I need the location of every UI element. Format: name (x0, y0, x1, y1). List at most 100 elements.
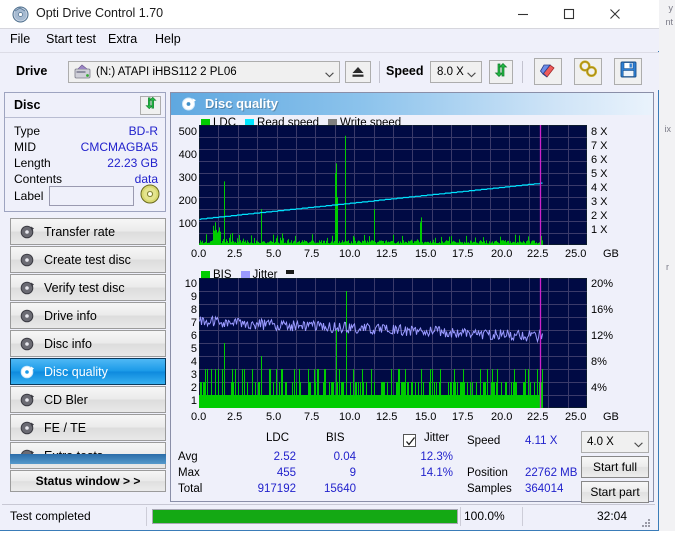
xtick-top-2.5: 2.5 (227, 248, 243, 260)
stat-row-label-total: Total (178, 483, 203, 495)
refresh-green-arrows-icon (144, 96, 158, 115)
sidebar-item-disc-quality[interactable]: Disc quality (10, 358, 166, 385)
sidebar-item-label: Create test disc (44, 252, 131, 267)
disc-panel-title: Disc (14, 98, 41, 112)
plot-canvas (199, 278, 587, 408)
statistics-panel: LDC BIS Jitter Avg Max Total 2.52 455 91… (171, 429, 653, 503)
panel-header: Disc quality (171, 93, 653, 115)
ytick-bot-1: 1 (190, 395, 197, 407)
y2tick-top-8x: 8 X (591, 126, 608, 138)
stat-header-jitter: Jitter (424, 432, 449, 444)
speed-label: Speed (386, 64, 424, 78)
status-divider-1 (146, 507, 147, 526)
ytick-bot-6: 6 (190, 330, 197, 342)
y2tick-bot-8: 8% (591, 356, 607, 368)
ytick-top-300: 300 (178, 172, 197, 184)
menu-bar: File Start test Extra Help (0, 29, 659, 51)
toolbar: Drive (N:) ATAPI iHBS112 2 PL06 Speed 8.… (0, 52, 659, 90)
ytick-bot-4: 4 (190, 356, 197, 368)
background-fragment-1: y (668, 3, 674, 13)
drive-select-value: (N:) ATAPI iHBS112 2 PL06 (96, 66, 237, 78)
settings-button[interactable] (574, 58, 602, 85)
erase-button[interactable] (534, 58, 562, 85)
jitter-checkbox[interactable] (403, 434, 416, 447)
background-fragment-2: nt (665, 17, 673, 27)
sidebar-item-cd-bler[interactable]: CD Bler (10, 386, 166, 413)
maximize-button[interactable] (546, 0, 592, 28)
chevron-down-icon (325, 69, 334, 78)
stat-row-label-max: Max (178, 467, 200, 479)
refresh-button[interactable] (489, 60, 513, 84)
test-speed-value: 4.0 X (587, 436, 614, 448)
drive-icon (74, 64, 91, 83)
toolbar-divider-1 (379, 61, 380, 83)
xtick-top-5: 5.0 (266, 248, 282, 260)
menu-file[interactable]: File (10, 32, 30, 46)
sidebar-item-fe-te[interactable]: FE / TE (10, 414, 166, 441)
status-bar: Test completed 100.0% 32:04 (2, 504, 655, 527)
xtick-bot-22.5: 22.5 (527, 411, 549, 423)
sidebar-item-label: CD Bler (44, 392, 88, 407)
main-window: Opti Drive Control 1.70 File Start test … (0, 0, 659, 531)
stat-max-ldc: 455 (276, 467, 296, 479)
bis-jitter-chart[interactable] (199, 278, 587, 408)
title-bar: Opti Drive Control 1.70 (0, 0, 659, 29)
sidebar-item-label: FE / TE (44, 420, 87, 435)
sidebar-item-disc-info[interactable]: Disc info (10, 330, 166, 357)
xtick-bot-2.5: 2.5 (227, 411, 243, 423)
samples-stat-label: Samples (467, 483, 512, 495)
speed-select[interactable]: 8.0 X (430, 61, 482, 83)
disc-refresh-button[interactable] (140, 96, 161, 115)
sidebar-item-label: Disc quality (44, 364, 108, 379)
sidebar-item-create-test-disc[interactable]: Create test disc (10, 246, 166, 273)
disc-label-input[interactable] (49, 186, 134, 206)
legend-swatch-extra (286, 270, 295, 274)
save-button[interactable] (614, 58, 642, 85)
ytick-bot-8: 8 (190, 304, 197, 316)
start-full-button[interactable]: Start full (581, 456, 649, 478)
disc-mid-value: CMCMAGBA5 (80, 140, 158, 154)
status-divider-3 (522, 507, 523, 526)
disc-length-label: Length (14, 156, 51, 170)
stat-max-jitter: 14.1% (420, 467, 453, 479)
menu-start-test[interactable]: Start test (46, 32, 96, 46)
eject-button[interactable] (345, 61, 371, 83)
stat-total-bis: 15640 (324, 483, 356, 495)
drive-select[interactable]: (N:) ATAPI iHBS112 2 PL06 (68, 61, 340, 83)
samples-stat-value: 364014 (525, 483, 564, 495)
xtick-bot-15: 15.0 (415, 411, 437, 423)
disc-quality-panel: Disc quality LDC Read speed Write speed … (170, 92, 654, 503)
progress-percent: 100.0% (464, 509, 505, 523)
stat-avg-ldc: 2.52 (273, 451, 296, 463)
status-divider-2 (460, 507, 461, 526)
xtick-top-0: 0.0 (191, 248, 207, 260)
disc-speed-icon (20, 224, 35, 239)
ytick-bot-10: 10 (184, 278, 197, 290)
status-window-button[interactable]: Status window > > (10, 470, 166, 492)
window-title: Opti Drive Control 1.70 (36, 6, 164, 20)
menu-help[interactable]: Help (155, 32, 181, 46)
disc-bler-icon (20, 392, 35, 407)
xtick-bot-0: 0.0 (191, 411, 207, 423)
chevron-down-icon (467, 69, 476, 78)
sidebar-item-transfer-rate[interactable]: Transfer rate (10, 218, 166, 245)
disc-check-icon (20, 280, 35, 295)
minimize-button[interactable] (500, 0, 546, 28)
test-speed-select[interactable]: 4.0 X (581, 431, 649, 453)
y2tick-top-2x: 2 X (591, 210, 608, 222)
ldc-read-speed-chart[interactable] (199, 125, 587, 245)
disc-label-button[interactable] (139, 184, 161, 207)
disc-mid-label: MID (14, 140, 36, 154)
close-button[interactable] (592, 0, 638, 28)
xunit-top: GB (603, 248, 619, 260)
start-part-button[interactable]: Start part (581, 481, 649, 503)
sidebar-item-drive-info[interactable]: Drive info (10, 302, 166, 329)
xtick-top-25: 25.0 (565, 248, 587, 260)
position-stat-value: 22762 MB (525, 467, 578, 479)
resize-grip-icon[interactable] (641, 515, 651, 533)
disc-type-value: BD-R (128, 124, 158, 138)
ytick-top-200: 200 (178, 195, 197, 207)
sidebar-item-verify-test-disc[interactable]: Verify test disc (10, 274, 166, 301)
sidebar-item-label: Transfer rate (44, 224, 116, 239)
menu-extra[interactable]: Extra (108, 32, 137, 46)
